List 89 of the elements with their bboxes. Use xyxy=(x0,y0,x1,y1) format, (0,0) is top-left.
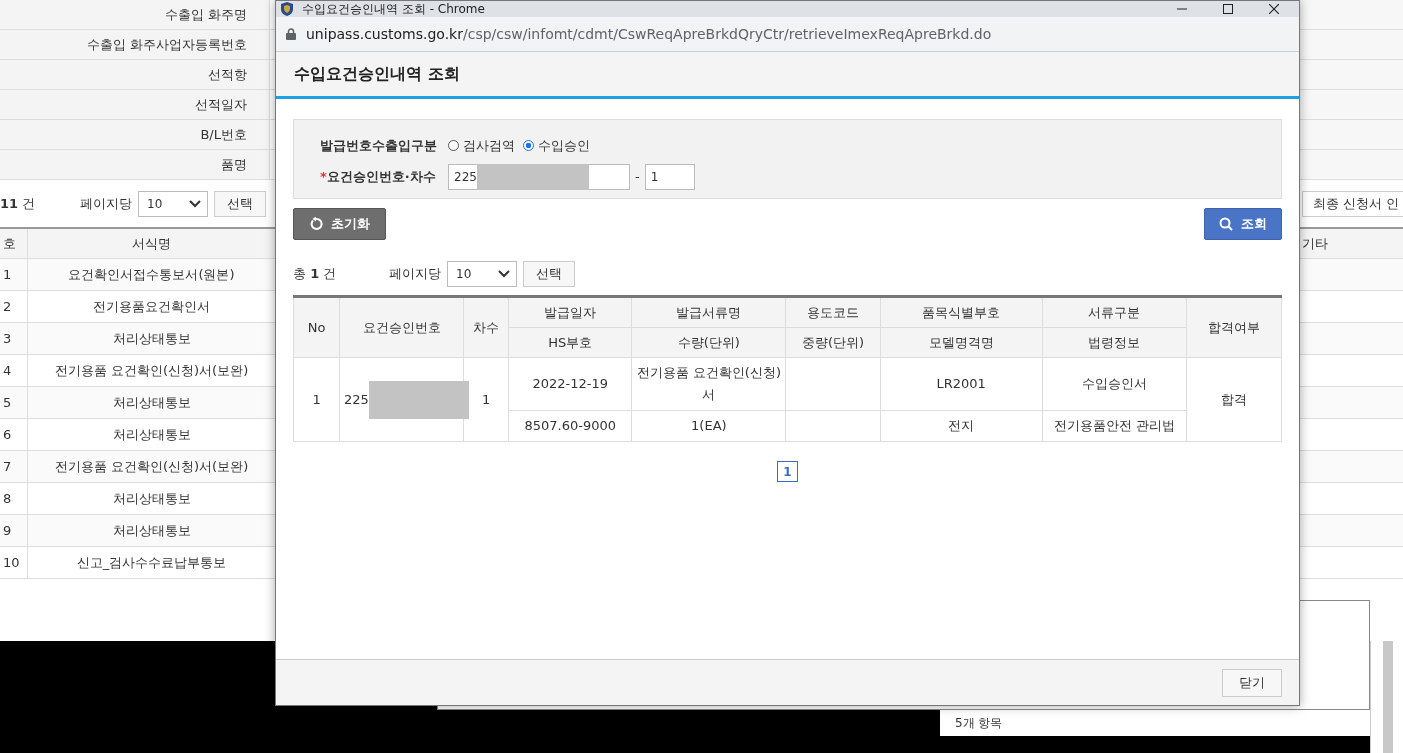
column-header: 서식명 xyxy=(131,234,172,253)
search-button[interactable]: 조회 xyxy=(1204,208,1282,240)
chevron-icon xyxy=(189,199,201,208)
table-cell: 225 xyxy=(344,391,369,406)
column-header: 요건승인번호 xyxy=(339,296,464,358)
column-header: 서류구분 xyxy=(1042,296,1187,328)
column-header: 모델명격명 xyxy=(880,327,1043,358)
column-header: HS부호 xyxy=(508,327,632,358)
result-count: 총 1 건 xyxy=(293,265,338,283)
column-header: 호 xyxy=(0,229,28,258)
radio-label[interactable]: 검사검역 xyxy=(463,136,515,155)
window-title: 수입요건승인내역 조회 - Chrome xyxy=(302,1,486,17)
table-cell-text: 처리상태통보 xyxy=(111,329,192,348)
maximize-icon xyxy=(1223,4,1233,14)
close-button[interactable]: 닫기 xyxy=(1222,668,1282,697)
table-cell: 1 xyxy=(293,357,340,442)
table-cell: 합격 xyxy=(1186,357,1282,442)
table-cell: 8 xyxy=(0,483,28,514)
dialog-title: 수입요건승인내역 조회 xyxy=(294,63,460,85)
shield-icon xyxy=(280,1,294,17)
table-cell: 2 xyxy=(0,291,28,322)
url-text: unipass.customs.go.kr/csp/csw/infomt/cdmt/CswReqApreBrkdQryCtr/retrieveImexReqApreBrkd.do xyxy=(306,26,992,42)
per-page-label: 페이지당 xyxy=(389,265,441,283)
lock-icon xyxy=(286,28,296,40)
table-cell-text: 처리상태통보 xyxy=(111,393,192,412)
field-label: 품명 xyxy=(0,150,270,179)
per-page-label: 페이지당 xyxy=(80,194,132,213)
close-icon xyxy=(1269,4,1279,14)
table-cell-text: 처리상태통보 xyxy=(111,521,192,540)
select-button[interactable]: 선택 xyxy=(214,190,266,217)
chevron-icon xyxy=(498,270,510,278)
field-label: 수출입 화주사업자등록번호 xyxy=(0,30,270,59)
column-header: 기타 xyxy=(1301,234,1328,253)
field-label: 수출입 화주명 xyxy=(0,0,270,29)
field-label: 선적항 xyxy=(0,60,270,89)
table-cell-text: 처리상태통보 xyxy=(111,489,192,508)
separator: - xyxy=(635,169,640,184)
table-cell-text: 처리상태통보 xyxy=(111,425,192,444)
table-cell: 4 xyxy=(0,355,28,386)
reset-button[interactable]: 초기화 xyxy=(293,208,386,240)
column-header: 발급일자 xyxy=(508,296,632,328)
field-label: B/L번호 xyxy=(0,120,270,149)
table-cell: 8507.60-9000 xyxy=(508,410,632,442)
page-size-select[interactable]: 10 xyxy=(447,261,517,287)
table-cell: 1 xyxy=(463,357,509,442)
field-label: 선적일자 xyxy=(0,90,270,119)
table-cell-text: 전기용품요건확인서 xyxy=(92,297,211,316)
search-icon xyxy=(1219,217,1233,231)
table-cell: 9 xyxy=(0,515,28,546)
table-cell: 1 xyxy=(0,259,28,290)
table-cell: 수입승인서 xyxy=(1042,357,1187,411)
column-header: 발급서류명 xyxy=(631,296,786,328)
table-cell: 2022-12-19 xyxy=(508,357,632,411)
radio-label[interactable]: 수입승인 xyxy=(538,136,590,155)
table-cell: 7 xyxy=(0,451,28,482)
column-header: 품목식별부호 xyxy=(880,296,1043,328)
scrollbar[interactable] xyxy=(1383,641,1393,753)
item-count: 5개 항목 xyxy=(955,716,1003,730)
table-cell: 전지 xyxy=(880,410,1043,442)
column-header: 중량(단위) xyxy=(785,327,881,358)
table-cell: 3 xyxy=(0,323,28,354)
select-button[interactable]: 선택 xyxy=(523,261,575,287)
result-count: 11 건 xyxy=(0,194,37,213)
column-header: No xyxy=(293,296,340,358)
column-header: 법령정보 xyxy=(1042,327,1187,358)
table-cell: 1(EA) xyxy=(631,410,786,442)
input-field[interactable]: 225 xyxy=(448,163,630,190)
table-cell: 5 xyxy=(0,387,28,418)
column-header: 수량(단위) xyxy=(631,327,786,358)
page-button[interactable]: 1 xyxy=(777,461,798,482)
table-cell-text: 전기용품 요건확인(신청)서(보완) xyxy=(53,457,250,476)
table-cell-text: 신고_검사수수료납부통보 xyxy=(75,553,228,572)
radio-button[interactable] xyxy=(448,140,459,151)
table-cell: 6 xyxy=(0,419,28,450)
column-header: 용도코드 xyxy=(785,296,881,328)
field-label: 발급번호수출입구분 xyxy=(320,136,438,155)
table-cell: 10 xyxy=(0,547,28,578)
column-header: 합격여부 xyxy=(1186,296,1282,358)
radio-button[interactable] xyxy=(523,140,534,151)
table-cell-text: 요건확인서접수통보서(원본) xyxy=(67,265,236,284)
table-cell-text: 전기용품 요건확인(신청)서(보완) xyxy=(53,361,250,380)
print-button[interactable]: 최종 신청서 인 xyxy=(1302,190,1403,217)
table-cell: 전기용품 요건확인(신청)서 xyxy=(631,357,786,411)
refresh-icon xyxy=(309,217,323,231)
table-cell: LR2001 xyxy=(880,357,1043,411)
column-header: 차수 xyxy=(463,296,509,358)
input-field[interactable]: 1 xyxy=(644,163,695,190)
page-size-select[interactable]: 10 xyxy=(138,190,208,217)
field-label: *요건승인번호·차수 xyxy=(320,167,437,186)
